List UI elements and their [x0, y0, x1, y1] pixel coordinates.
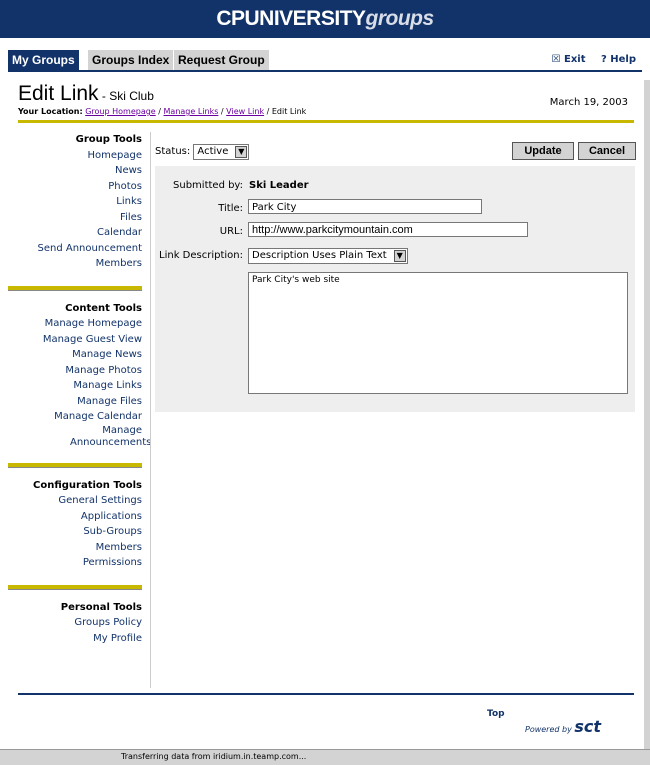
tab-my-groups[interactable]: My Groups — [8, 50, 79, 70]
sidebar-item-permissions[interactable]: Permissions — [0, 555, 142, 571]
divider — [18, 120, 634, 123]
sidebar-item-manage-homepage[interactable]: Manage Homepage — [0, 316, 142, 332]
submitted-label: Submitted by: — [173, 180, 243, 191]
group-tools-header: Group Tools — [75, 134, 142, 145]
sidebar-item-sub-groups[interactable]: Sub-Groups — [0, 524, 142, 540]
sidebar-item-manage-photos[interactable]: Manage Photos — [0, 363, 142, 379]
exit-link[interactable]: ☒ Exit — [552, 54, 586, 65]
sidebar-item-my-profile[interactable]: My Profile — [0, 631, 142, 647]
sidebar-item-links[interactable]: Links — [0, 194, 142, 210]
url-input[interactable]: http://www.parkcitymountain.com — [248, 222, 528, 237]
sidebar-item-config-members[interactable]: Members — [0, 540, 142, 556]
status-row: Status: Active ▼ — [155, 144, 250, 160]
personal-tools-header: Personal Tools — [60, 601, 142, 613]
sidebar-item-general-settings[interactable]: General Settings — [0, 493, 142, 509]
cancel-button[interactable]: Cancel — [578, 142, 636, 160]
sidebar-item-photos[interactable]: Photos — [0, 179, 142, 195]
description-label: Link Description: — [159, 250, 243, 261]
update-button[interactable]: Update — [512, 142, 574, 160]
scrollbar[interactable] — [644, 80, 650, 749]
chevron-down-icon: ▼ — [235, 146, 248, 158]
powered-by: Powered by sct — [525, 717, 601, 736]
browser-status-bar: Transferring data from iridium.in.teamp.… — [0, 749, 650, 765]
crumb-view-link[interactable]: View Link — [226, 107, 264, 116]
sidebar-divider — [8, 462, 142, 468]
sidebar-item-manage-calendar[interactable]: Manage Calendar — [0, 409, 142, 425]
breadcrumb-label: Your Location: — [18, 107, 83, 116]
page-subtitle: - Ski Club — [98, 89, 154, 103]
sidebar-border — [150, 132, 151, 688]
page-date: March 19, 2003 — [549, 97, 628, 108]
sidebar-item-manage-news[interactable]: Manage News — [0, 347, 142, 363]
sidebar-item-homepage[interactable]: Homepage — [0, 148, 142, 164]
top-link[interactable]: Top — [487, 709, 505, 719]
submitted-value: Ski Leader — [249, 180, 309, 191]
description-textarea[interactable]: Park City's web site — [248, 272, 628, 394]
sidebar-divider — [8, 285, 142, 291]
status-select-value: Active — [197, 146, 229, 157]
sidebar-item-news[interactable]: News — [0, 163, 142, 179]
url-label: URL: — [219, 226, 243, 237]
banner-title: CPUNIVERSITY — [216, 7, 366, 30]
description-mode-value: Description Uses Plain Text — [252, 250, 387, 261]
title-input[interactable]: Park City — [248, 199, 482, 214]
tab-request-group[interactable]: Request Group — [174, 50, 269, 70]
help-link[interactable]: ? Help — [601, 54, 636, 65]
sct-logo: sct — [574, 717, 602, 736]
status-label: Status: — [155, 146, 191, 157]
main-nav: My Groups Groups Index Request Group ☒ E… — [8, 50, 642, 72]
footer-divider — [18, 693, 634, 695]
sidebar-item-files[interactable]: Files — [0, 210, 142, 226]
config-tools-header: Configuration Tools — [33, 479, 142, 491]
app-banner: CPUNIVERSITY groups — [0, 0, 650, 38]
sidebar-item-send-announcement[interactable]: Send Announcement — [0, 241, 142, 257]
status-select[interactable]: Active ▼ — [193, 144, 250, 160]
sidebar-divider — [8, 584, 142, 590]
tab-groups-index[interactable]: Groups Index — [88, 50, 174, 70]
sidebar-item-calendar[interactable]: Calendar — [0, 225, 142, 241]
chevron-down-icon: ▼ — [393, 250, 406, 262]
breadcrumb: Your Location: Group Homepage / Manage L… — [18, 107, 307, 116]
crumb-manage-links[interactable]: Manage Links — [164, 107, 219, 116]
sidebar: Group Tools Homepage News Photos Links F… — [0, 132, 151, 647]
powered-text: Powered by — [525, 725, 572, 734]
sidebar-item-manage-files[interactable]: Manage Files — [0, 394, 142, 410]
title-label: Title: — [218, 203, 243, 214]
banner-accent: groups — [365, 7, 435, 30]
sidebar-item-manage-links[interactable]: Manage Links — [0, 378, 142, 394]
page-title: Edit Link - Ski Club — [18, 82, 154, 106]
sidebar-item-groups-policy[interactable]: Groups Policy — [0, 615, 142, 631]
description-mode-select[interactable]: Description Uses Plain Text ▼ — [248, 248, 408, 264]
page-title-text: Edit Link — [18, 82, 99, 105]
sidebar-item-members[interactable]: Members — [0, 256, 142, 272]
status-message: Transferring data from iridium.in.teamp.… — [121, 752, 307, 761]
sidebar-item-applications[interactable]: Applications — [0, 509, 142, 525]
sidebar-item-manage-announcements[interactable]: Manage Announcements — [0, 425, 151, 449]
crumb-group-homepage[interactable]: Group Homepage — [85, 107, 156, 116]
crumb-current: Edit Link — [271, 107, 307, 116]
sidebar-item-manage-guest-view[interactable]: Manage Guest View — [0, 332, 142, 348]
content-tools-header: Content Tools — [65, 302, 142, 314]
top-links: ☒ Exit ? Help — [540, 54, 636, 65]
edit-link-form: Submitted by: Ski Leader Title: Park Cit… — [155, 166, 635, 412]
